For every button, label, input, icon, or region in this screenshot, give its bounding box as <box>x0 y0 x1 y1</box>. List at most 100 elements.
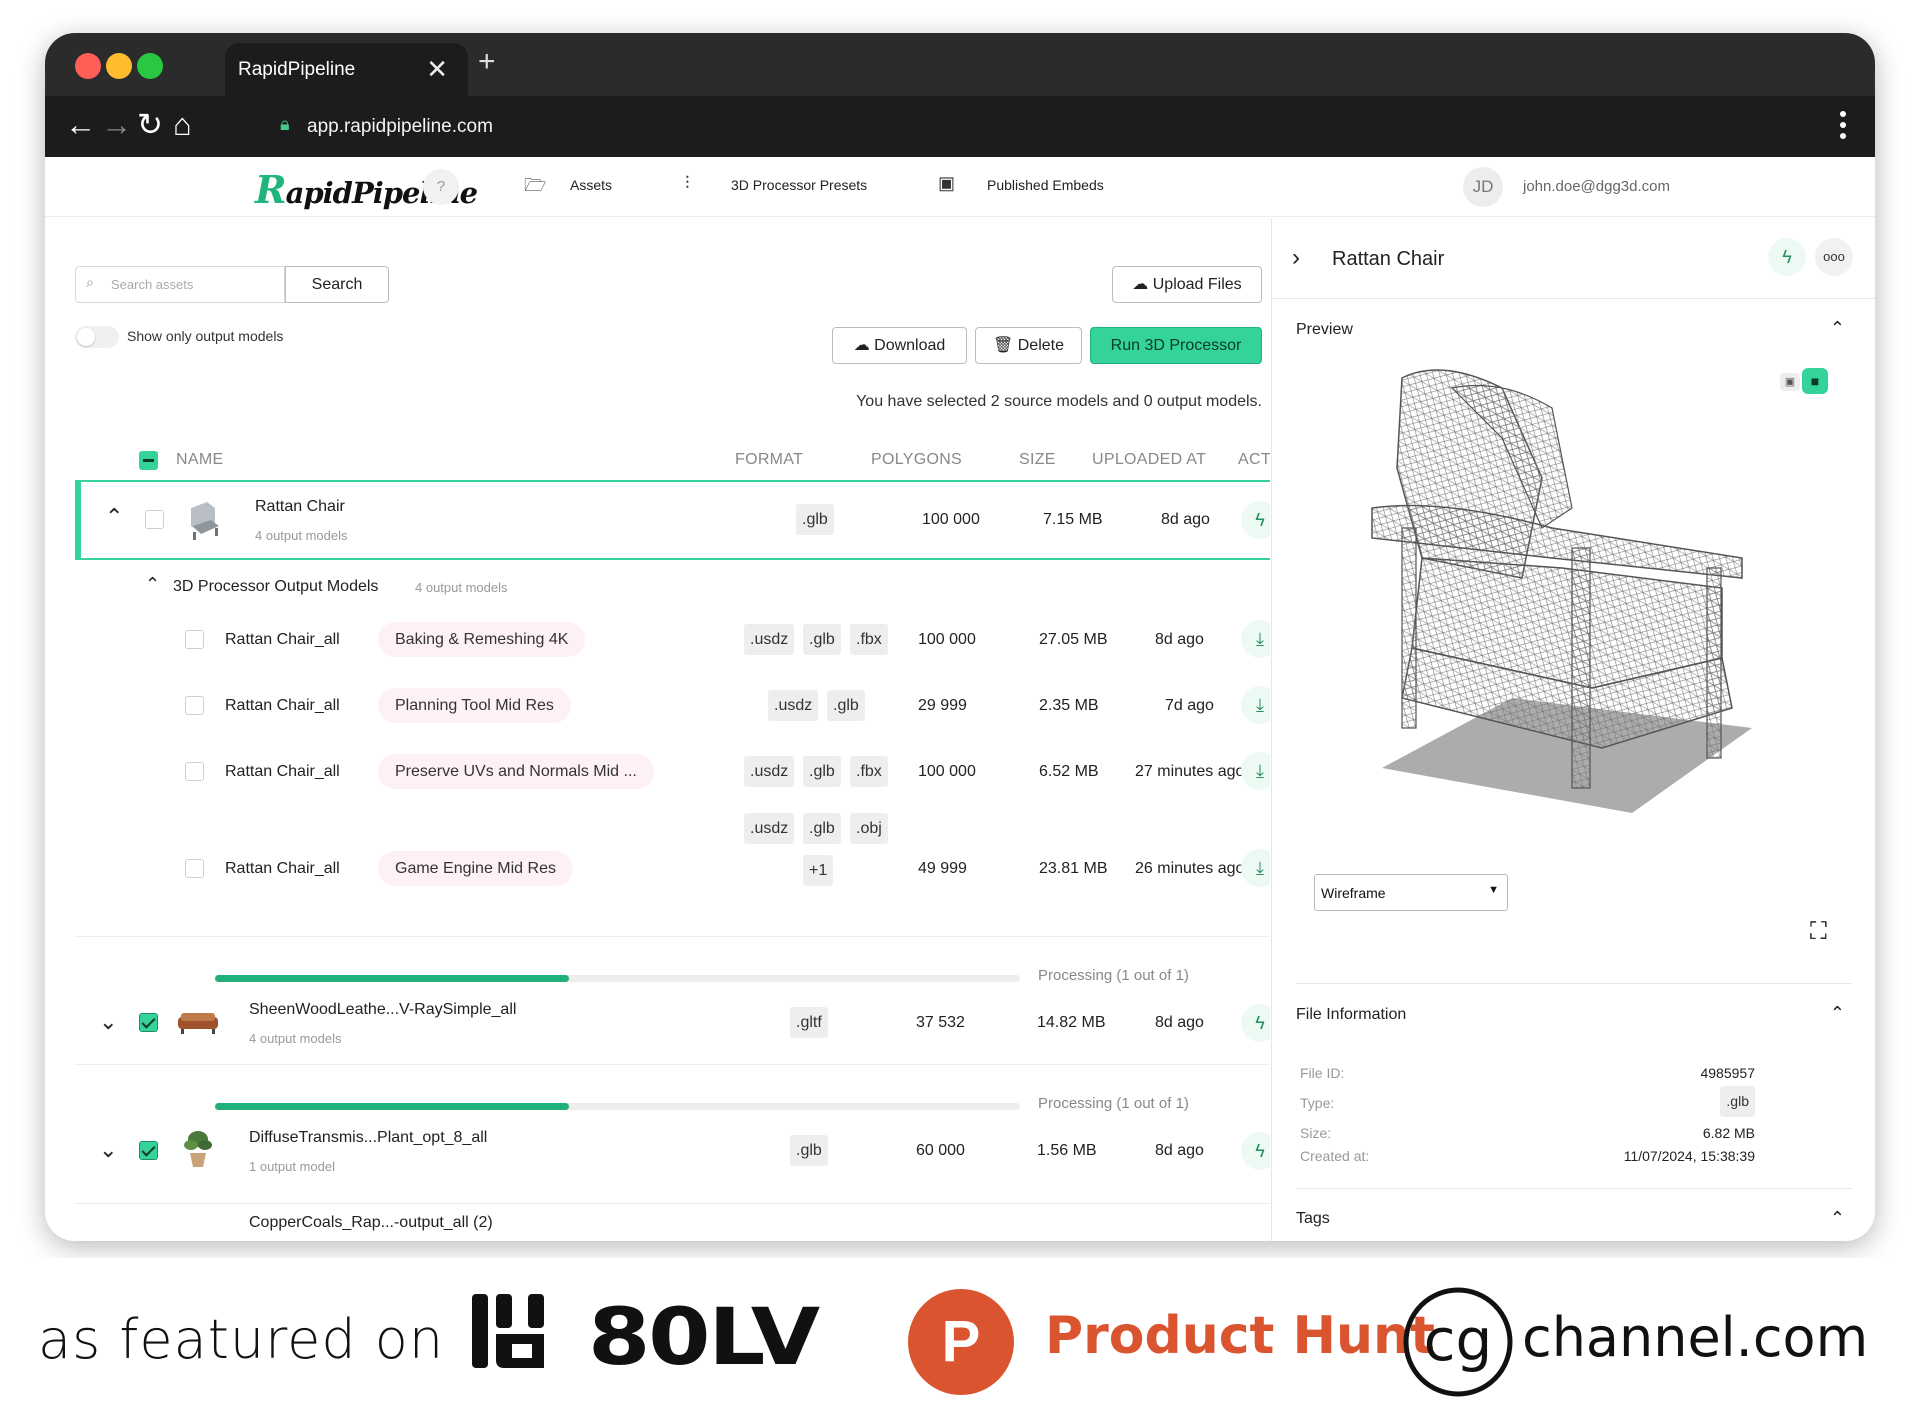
more-formats-badge[interactable]: +1 <box>803 855 834 886</box>
row-checkbox[interactable] <box>185 696 204 715</box>
format-badge: .glb <box>803 624 841 655</box>
download-icon[interactable]: ⤓ <box>1241 752 1270 790</box>
row-checkbox[interactable] <box>185 630 204 649</box>
fullscreen-icon[interactable]: ⛶ <box>1810 918 1827 946</box>
minimize-window-button[interactable] <box>106 53 132 79</box>
size-value: 6.82 MB <box>1702 1125 1755 1141</box>
select-all-checkbox[interactable] <box>139 451 158 470</box>
new-tab-button[interactable]: + <box>478 45 496 79</box>
list-item[interactable]: Rattan Chair_all Baking & Remeshing 4K .… <box>75 614 1270 664</box>
row-checkbox[interactable] <box>185 859 204 878</box>
format-badge: .glb <box>796 504 834 535</box>
expand-icon[interactable]: ⌃ <box>99 1007 117 1033</box>
file-info-section-label: File Information <box>1296 1006 1407 1023</box>
download-icon[interactable]: ⤓ <box>1241 620 1270 658</box>
file-size: 14.82 MB <box>1037 1014 1106 1031</box>
run-3d-processor-button[interactable]: Run 3D Processor <box>1090 327 1262 364</box>
close-window-button[interactable] <box>75 53 101 79</box>
list-item[interactable]: Rattan Chair_all Game Engine Mid Res .us… <box>75 813 1270 913</box>
back-icon[interactable]: ← <box>65 107 96 143</box>
list-item[interactable]: Rattan Chair_all Preserve UVs and Normal… <box>75 746 1270 796</box>
table-row[interactable]: Processing (1 out of 1) ⌃ SheenWoodLeath… <box>75 936 1270 1058</box>
help-button[interactable]: ? <box>423 169 459 205</box>
file-size: 7.15 MB <box>1043 511 1103 528</box>
nav-3d-processor-presets[interactable]: 3D Processor Presets <box>731 177 867 193</box>
download-icon[interactable]: ⤓ <box>1241 686 1270 724</box>
asset-name[interactable]: DiffuseTransmis...Plant_opt_8_all <box>249 1129 487 1147</box>
nav-assets[interactable]: Assets <box>570 177 612 193</box>
collapse-outputs-icon[interactable]: ⌃ <box>145 574 160 595</box>
output-name[interactable]: Rattan Chair_all <box>225 697 340 715</box>
output-models-toggle[interactable] <box>75 326 119 348</box>
type-value: .glb <box>1720 1086 1755 1117</box>
polygon-count: 100 000 <box>918 631 976 648</box>
sliders-icon: ⫶ <box>685 173 690 193</box>
output-name[interactable]: Rattan Chair_all <box>225 631 340 649</box>
plant-thumbnail <box>184 1131 212 1167</box>
close-tab-icon[interactable]: ✕ <box>426 54 448 85</box>
reload-icon[interactable]: ↻ <box>137 107 163 143</box>
maximize-window-button[interactable] <box>137 53 163 79</box>
list-item[interactable]: Rattan Chair_all Planning Tool Mid Res .… <box>75 680 1270 730</box>
col-actions[interactable]: ACT <box>1238 451 1270 469</box>
search-button[interactable]: Search <box>285 266 389 303</box>
lightning-icon[interactable]: ϟ <box>1241 1004 1270 1042</box>
table-row[interactable]: CopperCoals_Rap...-output_all (2) <box>75 1203 1270 1241</box>
url-field[interactable]: app.rapidpipeline.com <box>307 116 493 138</box>
divider <box>1296 1188 1852 1189</box>
row-checkbox[interactable] <box>139 1141 158 1160</box>
collapse-tags-icon[interactable]: ⌃ <box>1830 1208 1845 1229</box>
col-format[interactable]: FORMAT <box>735 451 803 469</box>
uploaded-at: 8d ago <box>1155 1014 1204 1031</box>
collapse-icon[interactable]: ⌃ <box>105 504 123 530</box>
created-at-label: Created at: <box>1300 1148 1370 1164</box>
close-panel-icon[interactable]: › <box>1292 244 1300 272</box>
output-count: 1 output model <box>249 1159 336 1174</box>
expand-icon[interactable]: ⌃ <box>99 1135 117 1161</box>
row-checkbox[interactable] <box>185 762 204 781</box>
lightning-icon[interactable]: ϟ <box>1768 238 1806 276</box>
nav-published-embeds[interactable]: Published Embeds <box>987 177 1104 193</box>
col-uploaded-at[interactable]: UPLOADED AT <box>1092 451 1206 469</box>
processing-progress-bar <box>215 975 1020 982</box>
format-badge: .usdz <box>744 624 795 655</box>
lightning-icon[interactable]: ϟ <box>1241 501 1270 539</box>
download-button[interactable]: ☁ Download <box>832 327 967 364</box>
progress-fill <box>215 975 570 982</box>
asset-details-panel: › Rattan Chair ϟ ooo Preview ⌃ ▣ ■ Wiref… <box>1271 218 1875 1241</box>
more-options-icon[interactable]: ooo <box>1815 238 1853 276</box>
tags-section-label: Tags <box>1296 1210 1330 1227</box>
search-input[interactable]: ⌕ Search assets <box>75 266 285 303</box>
download-icon[interactable]: ⤓ <box>1241 849 1270 887</box>
format-badge: .glb <box>790 1135 828 1166</box>
avatar[interactable]: JD <box>1463 167 1503 207</box>
output-name[interactable]: Rattan Chair_all <box>225 860 340 878</box>
row-checkbox[interactable] <box>145 510 164 529</box>
type-label: Type: <box>1300 1095 1335 1111</box>
asset-name[interactable]: Rattan Chair <box>255 498 345 516</box>
home-icon[interactable]: ⌂ <box>173 107 192 143</box>
delete-button[interactable]: 🗑︎ Delete <box>975 327 1082 364</box>
forward-icon[interactable]: → <box>101 107 132 143</box>
output-name[interactable]: Rattan Chair_all <box>225 763 340 781</box>
collapse-file-info-icon[interactable]: ⌃ <box>1830 1003 1845 1024</box>
divider <box>1272 298 1875 299</box>
col-size[interactable]: SIZE <box>1019 451 1056 469</box>
browser-menu-icon[interactable] <box>1839 110 1847 140</box>
table-row[interactable]: ⌃ Rattan Chair 4 output models .glb 100 … <box>75 480 1270 560</box>
render-mode-select[interactable]: Wireframe ▼ <box>1314 874 1508 911</box>
col-polygons[interactable]: POLYGONS <box>871 451 962 469</box>
table-row[interactable]: Processing (1 out of 1) ⌃ DiffuseTransmi… <box>75 1064 1270 1186</box>
browser-tab[interactable]: RapidPipeline ✕ <box>225 43 468 96</box>
embed-icon: ▣ <box>938 173 956 193</box>
lightning-icon[interactable]: ϟ <box>1241 1132 1270 1170</box>
col-name[interactable]: NAME <box>176 451 223 469</box>
asset-name[interactable]: SheenWoodLeathe...V-RaySimple_all <box>249 1001 516 1019</box>
upload-files-button[interactable]: ☁ Upload Files <box>1112 266 1262 303</box>
preset-badge: Baking & Remeshing 4K <box>378 622 586 657</box>
asset-name[interactable]: CopperCoals_Rap...-output_all (2) <box>249 1214 493 1232</box>
row-checkbox[interactable] <box>139 1013 158 1032</box>
polygon-count: 100 000 <box>918 763 976 780</box>
download-icon: ☁ <box>853 337 875 354</box>
polygon-count: 49 999 <box>918 860 967 877</box>
